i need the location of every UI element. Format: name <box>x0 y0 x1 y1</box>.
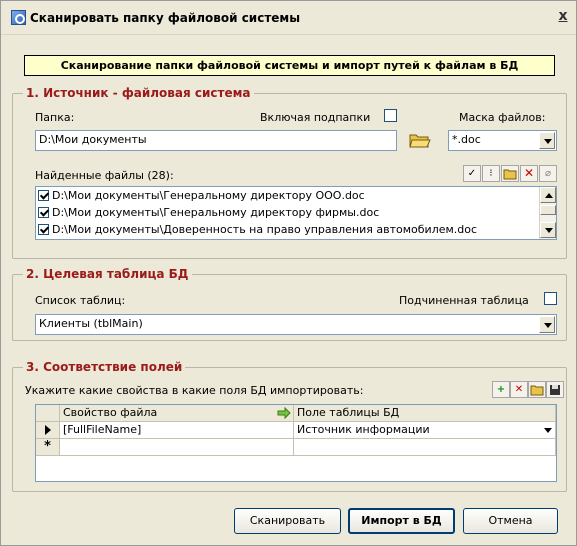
file-mask-dropdown-arrow[interactable] <box>539 132 555 149</box>
import-button[interactable]: Импорт в БД <box>348 508 455 534</box>
file-mask-value: *.doc <box>452 133 481 146</box>
scroll-thumb[interactable] <box>540 205 556 215</box>
target-group-title: 2. Целевая таблица БД <box>23 267 192 281</box>
mapping-field-value: Источник информации <box>297 423 430 436</box>
toggle-check-button[interactable]: ⁝ <box>482 165 500 182</box>
arrow-right-icon <box>277 407 291 419</box>
open-file-button[interactable] <box>501 165 519 182</box>
folder-icon <box>503 169 517 180</box>
row-selector[interactable] <box>36 422 60 439</box>
save-mapping-button[interactable] <box>546 381 564 398</box>
new-row-selector[interactable]: * <box>36 439 60 456</box>
window-title: Сканировать папку файловой системы <box>30 11 301 25</box>
file-item[interactable]: D:\Мои документы\Доверенность на право у… <box>38 222 477 238</box>
cancel-button[interactable]: Отмена <box>463 508 558 534</box>
source-group-title: 1. Источник - файловая система <box>23 86 254 100</box>
found-files-label: Найденные файлы (28): <box>35 169 174 182</box>
scroll-down-arrow[interactable] <box>540 222 556 238</box>
scan-folder-icon <box>11 10 26 25</box>
column-header-property[interactable]: Свойство файла <box>60 405 294 422</box>
close-button[interactable]: x <box>556 8 570 24</box>
header-banner: Сканирование папки файловой системы и им… <box>24 55 555 76</box>
browse-folder-button[interactable] <box>408 131 432 151</box>
tables-label: Список таблиц: <box>35 294 126 307</box>
file-checkbox[interactable] <box>38 207 49 218</box>
table-dropdown-arrow[interactable] <box>539 316 555 333</box>
field-mapping-grid: Свойство файла Поле таблицы БД [FullFile… <box>35 404 557 482</box>
found-files-list: D:\Мои документы\Генеральному директору … <box>35 186 557 240</box>
folder-icon <box>530 385 544 396</box>
include-subfolders-checkbox[interactable] <box>384 109 397 122</box>
subordinate-table-label: Подчиненная таблица <box>399 294 529 307</box>
title-bar: Сканировать папку файловой системы x <box>1 1 576 35</box>
open-folder-icon <box>409 134 431 148</box>
file-item[interactable]: D:\Мои документы\Генеральному директору … <box>38 188 365 204</box>
scan-folder-dialog: Сканировать папку файловой системы x Ска… <box>0 0 577 546</box>
grid-corner <box>36 405 60 422</box>
scroll-up-arrow[interactable] <box>540 187 556 203</box>
save-icon <box>550 385 560 395</box>
file-checkbox[interactable] <box>38 224 49 235</box>
chevron-down-icon[interactable] <box>544 428 552 433</box>
new-row-field-cell[interactable] <box>294 439 556 456</box>
file-mask-select[interactable]: *.doc <box>448 130 557 151</box>
folder-input[interactable]: D:\Мои документы <box>35 130 397 151</box>
files-scrollbar[interactable] <box>539 187 556 239</box>
scan-button[interactable]: Сканировать <box>234 508 341 534</box>
current-row-icon <box>44 425 51 435</box>
mapping-instruction: Укажите какие свойства в какие поля БД и… <box>25 384 364 397</box>
add-mapping-button[interactable]: + <box>492 381 510 398</box>
subordinate-table-checkbox[interactable] <box>544 292 557 305</box>
mapping-group-title: 3. Соответствие полей <box>23 360 186 374</box>
file-mask-label: Маска файлов: <box>459 111 546 124</box>
delete-file-button[interactable]: ✕ <box>520 165 538 182</box>
folder-label: Папка: <box>35 111 75 124</box>
new-row-property-cell[interactable] <box>60 439 294 456</box>
file-checkbox[interactable] <box>38 190 49 201</box>
table-select[interactable]: Клиенты (tblMain) <box>35 314 557 335</box>
mapping-field-cell[interactable]: Источник информации <box>294 422 556 439</box>
open-mapping-button[interactable] <box>528 381 546 398</box>
file-item[interactable]: D:\Мои документы\Генеральному директору … <box>38 205 379 221</box>
clear-list-button[interactable]: ⌀ <box>539 165 557 182</box>
include-subfolders-label: Включая подпапки <box>260 111 371 124</box>
column-header-field[interactable]: Поле таблицы БД <box>294 405 556 422</box>
check-all-button[interactable]: ✓ <box>463 165 481 182</box>
table-select-value: Клиенты (tblMain) <box>39 317 143 330</box>
delete-mapping-button[interactable]: ✕ <box>510 381 528 398</box>
mapping-property-cell[interactable]: [FullFileName] <box>60 422 294 439</box>
